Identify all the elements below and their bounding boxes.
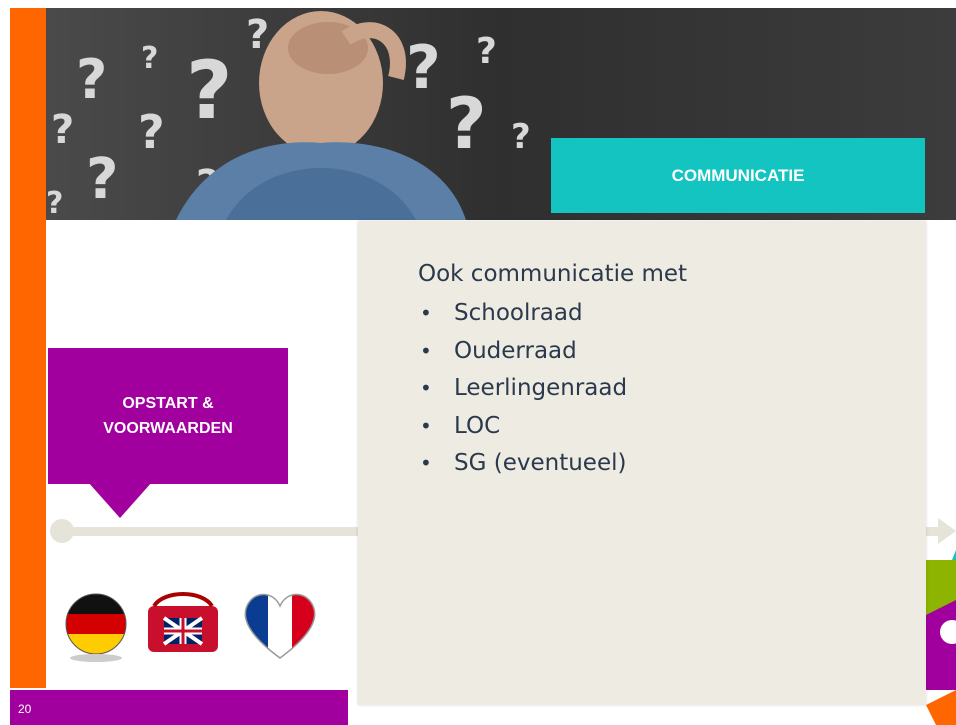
germany-football-icon [65,593,127,662]
svg-text:?: ? [406,33,441,103]
bullet-item: Ouderraad [418,333,627,371]
timeline-start-dot [50,519,74,543]
language-icons [60,584,330,664]
svg-text:?: ? [46,186,63,220]
milestone-label: OPSTART & VOORWAARDEN [103,395,233,437]
section-label-box: COMMUNICATIE [551,138,925,213]
bullet-item: LOC [418,408,627,446]
milestone-callout: OPSTART & VOORWAARDEN [48,348,288,484]
svg-text:?: ? [51,107,74,153]
svg-text:?: ? [141,41,158,76]
uk-flag-bag-icon [148,592,218,652]
milestone-callout-pointer [88,482,152,518]
svg-text:?: ? [186,44,232,137]
france-heart-icon [244,593,316,659]
svg-text:?: ? [138,105,165,159]
slide: ? ? ? ? ? ? ? ? ? ? ? ? ? ? ? [0,0,956,725]
page-number: 20 [18,702,32,716]
svg-text:?: ? [511,117,531,157]
section-label: COMMUNICATIE [671,165,805,185]
bullet-item: Schoolraad [418,295,627,333]
bullet-list: Schoolraad Ouderraad Leerlingenraad LOC … [418,295,627,483]
decorative-shapes [926,550,956,725]
svg-text:?: ? [476,31,497,72]
svg-text:?: ? [446,83,487,165]
orange-side-bar [10,8,46,688]
svg-text:?: ? [86,147,118,212]
content-intro: Ook communicatie met [418,261,688,287]
svg-text:?: ? [76,48,107,111]
footer-bar: 20 [10,690,348,725]
content-panel: Ook communicatie met Schoolraad Ouderraa… [358,221,926,705]
bullet-item: Leerlingenraad [418,370,627,408]
bullet-item: SG (eventueel) [418,445,627,483]
